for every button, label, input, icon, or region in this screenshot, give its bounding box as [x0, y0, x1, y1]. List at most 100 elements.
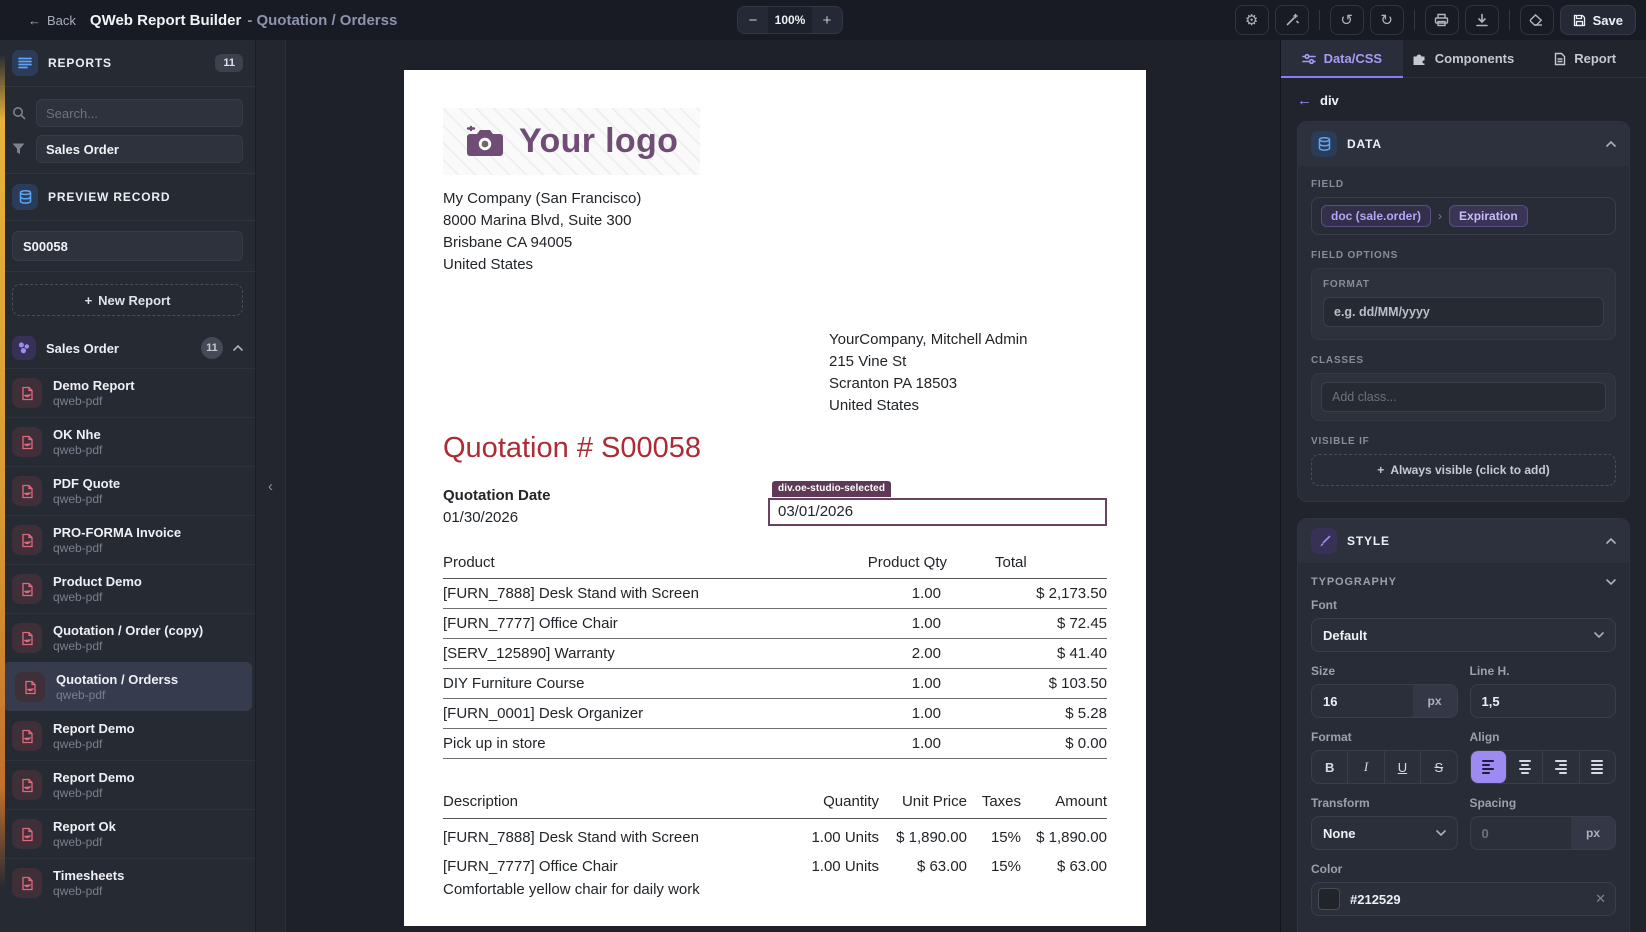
- letter-spacing-input[interactable]: 0 px: [1470, 816, 1617, 850]
- quotation-title[interactable]: Quotation # S00058: [443, 432, 1107, 465]
- col-unit-price: Unit Price: [879, 788, 967, 819]
- typography-section-label[interactable]: TYPOGRAPHY: [1311, 576, 1616, 588]
- save-button[interactable]: Save: [1560, 5, 1636, 35]
- field-chip-doc[interactable]: doc (sale.order): [1321, 205, 1431, 227]
- color-swatch[interactable]: [1318, 888, 1340, 910]
- align-center-button[interactable]: [1507, 751, 1543, 783]
- chevron-up-icon[interactable]: [233, 345, 243, 351]
- report-list-item[interactable]: Quotation / Order (copy)qweb-pdf: [0, 613, 255, 662]
- expiration-field-selected[interactable]: 03/01/2026: [768, 498, 1107, 526]
- report-title: Quotation / Order (copy): [53, 623, 203, 638]
- table-row[interactable]: [FURN_7777] Office Chair 1.00 Units $ 63…: [443, 848, 1107, 877]
- pdf-file-icon: [12, 525, 42, 555]
- report-list-item-selected[interactable]: Quotation / Orderssqweb-pdf: [3, 662, 252, 711]
- customer-address[interactable]: YourCompany, Mitchell Admin 215 Vine St …: [829, 329, 1107, 417]
- tab-data-css[interactable]: Data/CSS: [1281, 40, 1403, 77]
- company-line: Brisbane CA 94005: [443, 232, 1107, 254]
- table-row[interactable]: [FURN_7888] Desk Stand with Screen1.00$ …: [443, 579, 1107, 609]
- report-list-item[interactable]: OK Nheqweb-pdf: [0, 417, 255, 466]
- order-lines-table[interactable]: Description Quantity Unit Price Taxes Am…: [443, 788, 1107, 898]
- top-bar: ← Back QWeb Report Builder - Quotation /…: [0, 0, 1646, 40]
- chevron-down-icon: [1436, 830, 1446, 836]
- company-line: United States: [443, 254, 1107, 276]
- align-justify-button[interactable]: [1580, 751, 1615, 783]
- table-row[interactable]: [FURN_7888] Desk Stand with Screen 1.00 …: [443, 819, 1107, 849]
- report-list-item[interactable]: PRO-FORMA Invoiceqweb-pdf: [0, 515, 255, 564]
- always-visible-button[interactable]: + Always visible (click to add): [1311, 454, 1616, 486]
- table-row[interactable]: [FURN_0001] Desk Organizer1.00$ 5.28: [443, 699, 1107, 729]
- pdf-file-icon: [12, 378, 42, 408]
- company-logo[interactable]: Your logo: [443, 108, 700, 175]
- quotation-date-block[interactable]: Quotation Date 01/30/2026: [443, 487, 551, 526]
- report-list-item[interactable]: Timesheetsqweb-pdf: [0, 858, 255, 907]
- chevron-up-icon[interactable]: [1606, 141, 1616, 147]
- model-filter-select[interactable]: Sales Order: [36, 135, 243, 163]
- magic-wand-button[interactable]: [1275, 5, 1309, 35]
- font-select[interactable]: Default: [1311, 618, 1616, 652]
- chevron-down-icon: [1606, 579, 1616, 585]
- redo-button[interactable]: ↻: [1370, 5, 1404, 35]
- align-left-button[interactable]: [1471, 751, 1507, 783]
- report-list-item[interactable]: Report Okqweb-pdf: [0, 809, 255, 858]
- search-input[interactable]: Search...: [36, 99, 243, 127]
- download-button[interactable]: [1465, 5, 1499, 35]
- pdf-file-icon: [15, 672, 45, 702]
- back-button[interactable]: ← Back: [28, 13, 76, 28]
- style-card-header[interactable]: STYLE: [1298, 519, 1629, 563]
- table-row[interactable]: [FURN_7777] Office Chair1.00$ 72.45: [443, 609, 1107, 639]
- chevron-up-icon[interactable]: [1606, 538, 1616, 544]
- preview-record-input[interactable]: S00058: [12, 231, 243, 261]
- bold-button[interactable]: B: [1312, 751, 1348, 783]
- table-row[interactable]: Pick up in store1.00$ 0.00: [443, 729, 1107, 759]
- align-label: Align: [1470, 730, 1617, 744]
- report-list: Demo Reportqweb-pdf OK Nheqweb-pdf PDF Q…: [0, 368, 255, 932]
- collapse-sidebar-icon[interactable]: ‹: [268, 478, 273, 495]
- font-size-input[interactable]: 16 px: [1311, 684, 1458, 718]
- report-title: OK Nhe: [53, 427, 102, 442]
- clear-color-icon[interactable]: ✕: [1595, 891, 1606, 907]
- report-list-item[interactable]: Report Demoqweb-pdf: [0, 760, 255, 809]
- tab-label: Data/CSS: [1324, 51, 1383, 66]
- transform-select[interactable]: None: [1311, 816, 1458, 850]
- product-table[interactable]: Product Product Qty Total [FURN_7888] De…: [443, 550, 1107, 759]
- company-address[interactable]: My Company (San Francisco) 8000 Marina B…: [443, 188, 1107, 276]
- italic-button[interactable]: I: [1348, 751, 1384, 783]
- data-card-header[interactable]: DATA: [1298, 122, 1629, 166]
- new-report-button[interactable]: + New Report: [12, 284, 243, 316]
- zoom-out-button[interactable]: −: [738, 7, 768, 33]
- report-title: Timesheets: [53, 868, 124, 883]
- search-filter-section: Search... Sales Order: [0, 87, 255, 174]
- report-list-item[interactable]: Product Demoqweb-pdf: [0, 564, 255, 613]
- tab-components[interactable]: Components: [1403, 40, 1525, 77]
- report-type: qweb-pdf: [53, 590, 142, 604]
- table-row[interactable]: DIY Furniture Course1.00$ 103.50: [443, 669, 1107, 699]
- table-row[interactable]: [SERV_125890] Warranty2.00$ 41.40: [443, 639, 1107, 669]
- report-list-item[interactable]: Demo Reportqweb-pdf: [0, 368, 255, 417]
- undo-button[interactable]: ↺: [1330, 5, 1364, 35]
- settings-button[interactable]: ⚙: [1235, 5, 1269, 35]
- line-height-input[interactable]: 1,5: [1470, 684, 1617, 718]
- field-chip-expiration[interactable]: Expiration: [1449, 205, 1528, 227]
- chevron-down-icon: [1594, 632, 1604, 638]
- col-total: Total: [987, 550, 1107, 579]
- sales-order-group-header[interactable]: Sales Order 11: [0, 328, 255, 368]
- breadcrumb-back-icon[interactable]: ←: [1297, 92, 1312, 109]
- format-input[interactable]: e.g. dd/MM/yyyy: [1323, 297, 1604, 327]
- underline-button[interactable]: U: [1385, 751, 1421, 783]
- add-class-input[interactable]: Add class...: [1321, 382, 1606, 412]
- report-title: Report Demo: [53, 770, 135, 785]
- eraser-button[interactable]: [1520, 5, 1554, 35]
- tab-report[interactable]: Report: [1524, 40, 1646, 77]
- zoom-in-button[interactable]: +: [812, 7, 842, 33]
- data-database-icon: [1311, 131, 1337, 157]
- group-count-badge: 11: [201, 337, 223, 359]
- strikethrough-button[interactable]: S: [1421, 751, 1456, 783]
- report-list-item[interactable]: Report Demoqweb-pdf: [0, 711, 255, 760]
- align-right-button[interactable]: [1543, 751, 1579, 783]
- document-preview[interactable]: Your logo My Company (San Francisco) 800…: [404, 70, 1146, 926]
- report-list-item[interactable]: PDF Quoteqweb-pdf: [0, 466, 255, 515]
- text-color-input[interactable]: #212529 ✕: [1311, 882, 1616, 916]
- pdf-file-icon: [12, 721, 42, 751]
- print-button[interactable]: [1425, 5, 1459, 35]
- studio-selected-tag: div.oe-studio-selected: [772, 481, 891, 497]
